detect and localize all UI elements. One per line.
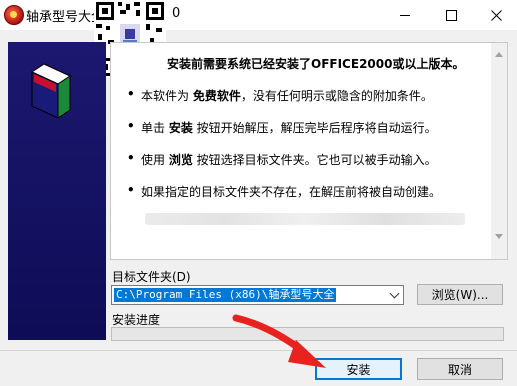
window-title-suffix: 0 — [172, 6, 181, 21]
package-box-icon — [30, 63, 72, 119]
cancel-button[interactable]: 取消 — [417, 358, 503, 380]
info-panel: 安装前需要系统已经安装了OFFICE2000或以上版本。 本软件为 免费软件，没… — [110, 42, 508, 260]
red-arrow-annotation — [232, 314, 326, 368]
close-button[interactable] — [473, 0, 517, 30]
info-scrollbar[interactable] — [491, 43, 507, 259]
target-folder-combobox[interactable]: C:\Program Files (x86)\轴承型号大全 — [111, 285, 404, 305]
close-icon — [490, 9, 502, 21]
title-bar: 轴承型号大全 0 — [0, 0, 517, 30]
chevron-down-icon[interactable] — [386, 286, 403, 304]
requirement-note: 安装前需要系统已经安装了OFFICE2000或以上版本。 — [167, 57, 465, 71]
info-bullet: 如果指定的目标文件夹不存在，在解压前将被自动创建。 — [127, 183, 441, 200]
window-title: 轴承型号大全 — [26, 10, 105, 25]
blurred-text — [145, 213, 465, 225]
info-bullet: 本软件为 免费软件，没有任何明示或隐含的附加条件。 — [127, 87, 433, 104]
scroll-down-icon[interactable] — [495, 234, 503, 239]
scroll-up-icon[interactable] — [495, 52, 503, 57]
minimize-button[interactable] — [382, 0, 428, 30]
app-icon — [4, 5, 24, 25]
target-folder-label: 目标文件夹(D) — [112, 270, 191, 284]
install-progress-label: 安装进度 — [112, 313, 161, 327]
info-bullet: 使用 浏览 按钮选择目标文件夹。它也可以被手动输入。 — [127, 151, 437, 168]
browse-button[interactable]: 浏览(W)... — [417, 284, 503, 305]
target-folder-path[interactable]: C:\Program Files (x86)\轴承型号大全 — [114, 288, 337, 302]
info-bullet: 单击 安装 按钮开始解压，解压完毕后程序将自动运行。 — [127, 119, 437, 136]
maximize-button[interactable] — [428, 0, 474, 30]
installer-banner — [8, 42, 106, 340]
